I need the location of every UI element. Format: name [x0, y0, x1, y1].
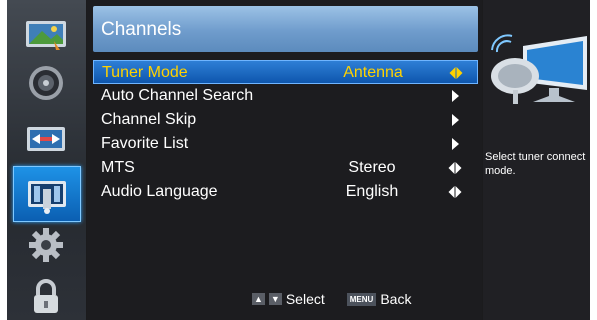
select-hint: Select [285, 291, 325, 307]
gear-icon[interactable] [22, 226, 70, 264]
settings-display-icon[interactable] [22, 120, 70, 158]
info-panel: Select tuner connect mode. [483, 0, 590, 320]
menu-item-label: Tuner Mode [102, 64, 188, 81]
page-title: Channels [101, 19, 182, 40]
left-right-icon[interactable] [449, 66, 463, 80]
menu-item-value: Stereo [348, 159, 396, 176]
menu-item-label: Auto Channel Search [101, 87, 254, 104]
right-arrow-icon [452, 114, 459, 126]
menu-item-value: English [345, 183, 399, 200]
title-bar: Channels [93, 6, 478, 52]
lock-icon[interactable] [22, 278, 70, 316]
menu-list: Tuner Mode Antenna Auto Channel Search C… [93, 60, 478, 204]
menu-panel: Channels Tuner Mode Antenna Auto Channel… [87, 0, 482, 320]
picture-icon[interactable] [22, 16, 70, 54]
right-arrow-icon [452, 138, 459, 150]
tv-screen: Channels Tuner Mode Antenna Auto Channel… [7, 0, 590, 320]
back-hint: Back [380, 291, 412, 307]
menu-item-value: Antenna [343, 64, 403, 81]
menu-item-mts[interactable]: MTS Stereo [93, 156, 478, 180]
menu-item-auto-channel-search[interactable]: Auto Channel Search [93, 84, 478, 108]
menu-item-channel-skip[interactable]: Channel Skip [93, 108, 478, 132]
menu-key-icon: MENU [346, 292, 377, 306]
sidebar [7, 0, 86, 320]
menu-item-label: Audio Language [101, 183, 218, 200]
menu-item-favorite-list[interactable]: Favorite List [93, 132, 478, 156]
up-arrow-icon: ▲ [252, 293, 265, 305]
left-right-icon[interactable] [448, 185, 462, 199]
antenna-tv-icon [491, 34, 587, 104]
menu-item-label: Channel Skip [101, 111, 197, 128]
right-arrow-icon [452, 90, 459, 102]
channels-icon[interactable] [13, 166, 81, 222]
menu-item-label: MTS [101, 159, 135, 176]
help-text: Select tuner connect mode. [485, 151, 586, 177]
menu-item-label: Favorite List [101, 135, 189, 152]
left-right-icon[interactable] [448, 161, 462, 175]
menu-item-audio-language[interactable]: Audio Language English [93, 180, 478, 204]
footer-hints: ▲ ▼ Select MENU Back [252, 291, 411, 307]
sound-icon[interactable] [22, 64, 70, 102]
menu-item-tuner-mode[interactable]: Tuner Mode Antenna [93, 60, 478, 84]
down-arrow-icon: ▼ [268, 293, 282, 305]
